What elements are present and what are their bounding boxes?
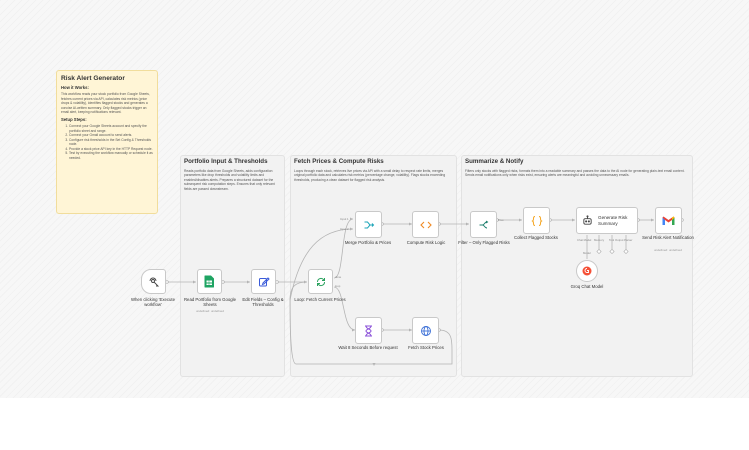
port-label-chat-model: Chat Model (577, 238, 592, 242)
node-label: Wait 8 Seconds Before request (338, 345, 398, 350)
globe-icon (420, 325, 432, 337)
port-label-output-parser: Output Parser (615, 238, 633, 242)
port-label-memory: Memory (594, 238, 605, 242)
port-label-input2: Input 2 (340, 227, 349, 231)
node-label: Edit Fields – Config & Thresholds (242, 297, 284, 307)
port-label-tool: Tool (609, 238, 615, 242)
node-edit-fields-config[interactable] (251, 269, 276, 294)
node-label: When clicking 'Execute workflow' (130, 297, 176, 307)
port-label-model: Model (583, 251, 591, 255)
node-filter-flagged-risks[interactable] (470, 211, 497, 238)
page-bottom-area (0, 398, 749, 450)
node-label: Groq Chat Model (570, 284, 604, 289)
node-loop-fetch-prices[interactable] (308, 269, 333, 294)
node-label: Read Portfolio from Google Sheets (183, 297, 237, 307)
port-label-true: True (498, 218, 504, 222)
pointer-click-icon (148, 276, 160, 288)
node-fetch-stock-prices[interactable] (412, 317, 439, 344)
port-label-input1: Input 1 (340, 217, 349, 221)
node-note: undefined: undefined (195, 309, 225, 313)
node-label: Loop: Fetch Current Prices (294, 297, 346, 302)
code-icon (419, 219, 432, 231)
node-label: Collect Flagged Stocks (514, 235, 558, 240)
node-label: Compute Risk Logic (406, 240, 446, 245)
node-inline-label: Generate Risk Summary (598, 215, 628, 226)
braces-icon (530, 215, 543, 227)
node-generate-risk-summary[interactable]: Generate Risk Summary (576, 207, 638, 234)
node-read-portfolio-sheets[interactable] (197, 269, 222, 294)
node-compute-risk-logic[interactable] (412, 211, 439, 238)
node-groq-chat-model[interactable] (576, 260, 598, 282)
edge-loop-to-wait (333, 286, 356, 331)
groq-icon (582, 266, 592, 276)
gmail-icon (662, 216, 675, 226)
google-sheets-icon (204, 275, 215, 288)
node-send-risk-alert-gmail[interactable] (655, 207, 682, 234)
hourglass-icon (363, 325, 374, 337)
node-label: Merge Portfolio & Prices (344, 240, 392, 245)
node-merge-portfolio-prices[interactable] (355, 211, 382, 238)
node-manual-trigger[interactable] (141, 269, 166, 294)
node-note: undefined: undefined (653, 248, 683, 252)
port-label-done: done (335, 275, 342, 279)
filter-icon (478, 219, 490, 231)
node-label: Fetch Stock Prices (408, 345, 444, 350)
merge-icon (363, 219, 375, 231)
node-wait-8-seconds[interactable] (355, 317, 382, 344)
node-label: Filter – Only Flagged Risks (458, 240, 510, 245)
port-label-loop: loop (335, 284, 341, 288)
node-label: Send Risk Alert Notification (642, 235, 694, 240)
robot-icon (582, 215, 593, 226)
node-collect-flagged-stocks[interactable] (523, 207, 550, 234)
loop-arrows-icon (315, 276, 327, 288)
pencil-icon (258, 276, 270, 288)
